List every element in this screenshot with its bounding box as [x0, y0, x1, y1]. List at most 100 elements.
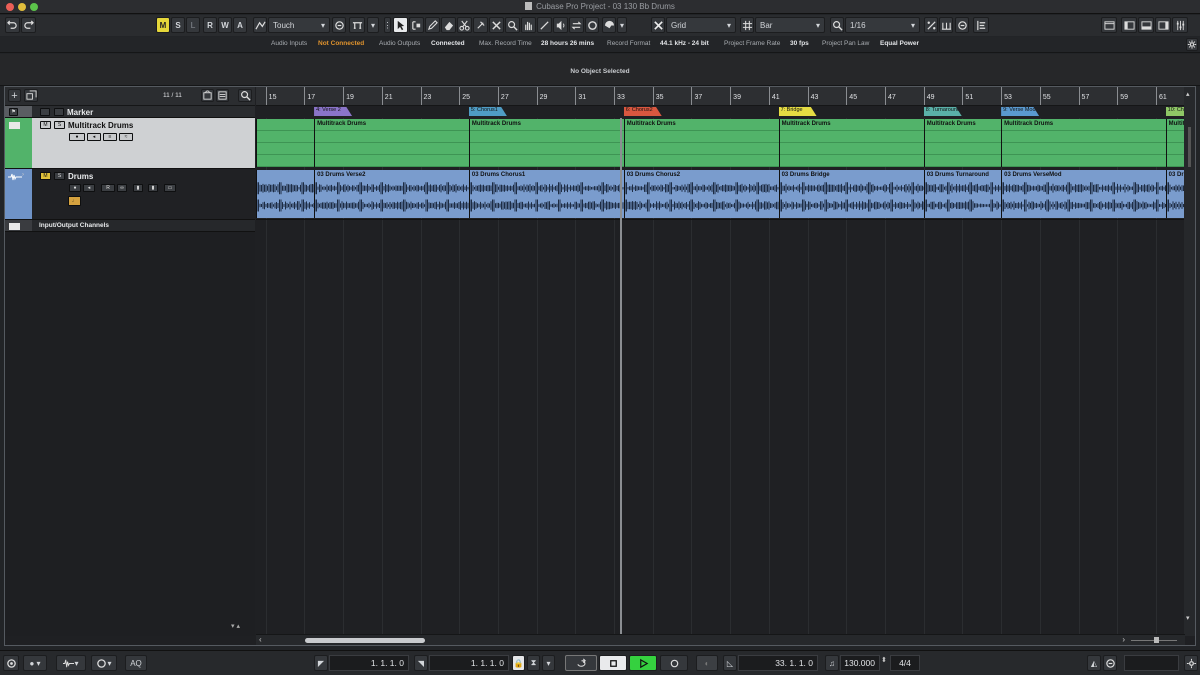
- ruler-bar-tick[interactable]: 33: [614, 87, 625, 105]
- comp-tool[interactable]: [569, 17, 584, 33]
- erase-tool[interactable]: [441, 17, 456, 33]
- constrain-dropdown[interactable]: ▾: [367, 17, 379, 33]
- frame-rate-value[interactable]: 30 fps: [790, 40, 809, 47]
- track-visibility-button[interactable]: [216, 89, 229, 102]
- read-automation-button[interactable]: R: [101, 184, 115, 192]
- transport-options-button[interactable]: [1184, 655, 1198, 671]
- show-mixer-button[interactable]: [1172, 17, 1188, 33]
- mode-button-l[interactable]: L: [186, 17, 200, 33]
- solo-button[interactable]: S: [54, 121, 65, 129]
- snap-type-select[interactable]: Grid ▾: [666, 17, 736, 33]
- left-locator-field[interactable]: 1. 1. 1. 0: [329, 655, 409, 671]
- marker-flag[interactable]: 5: Chorus1: [468, 107, 507, 116]
- add-track-button[interactable]: +: [8, 89, 21, 102]
- multitrack-event[interactable]: Multitrack Drums: [1001, 119, 1166, 167]
- automation-mode-select[interactable]: Touch ▾: [268, 17, 330, 33]
- pan-law-value[interactable]: Equal Power: [880, 40, 919, 47]
- mode-button-a[interactable]: A: [233, 17, 247, 33]
- track-input-output-channels[interactable]: Input/Output Channels: [5, 220, 255, 232]
- undo-button[interactable]: [5, 17, 20, 33]
- jump-button[interactable]: ◐: [696, 655, 718, 671]
- snap-on-off-button[interactable]: [651, 17, 665, 33]
- multitrack-event[interactable]: Multitrack Drums: [923, 119, 1002, 167]
- ruler-bar-tick[interactable]: 57: [1078, 87, 1089, 105]
- audio-event[interactable]: [256, 170, 315, 218]
- project-cursor[interactable]: [619, 118, 622, 636]
- monitor-button[interactable]: ◂: [87, 133, 101, 141]
- add-track-using-preset-button[interactable]: [24, 89, 38, 102]
- track-multitrack-drums[interactable]: M S Multitrack Drums ● ◂ ≡ ≈: [5, 118, 255, 169]
- multitrack-event[interactable]: Multitrack Drums: [778, 119, 924, 167]
- ruler-bar-tick[interactable]: 45: [846, 87, 857, 105]
- ruler-bar-tick[interactable]: 49: [923, 87, 935, 105]
- marker-flag[interactable]: 10: Chorus 3: [1165, 107, 1185, 116]
- metronome-mode-select[interactable]: ▾: [91, 655, 117, 671]
- constrain-delay-button[interactable]: [349, 17, 365, 33]
- multitrack-event[interactable]: Multitrack Drums: [623, 119, 779, 167]
- ruler-bar-tick[interactable]: 39: [730, 87, 741, 105]
- audio-event[interactable]: 03 Drums Chorus2: [623, 170, 779, 218]
- metronome-button[interactable]: ◭: [1087, 655, 1101, 671]
- ruler-bar-tick[interactable]: 29: [536, 87, 547, 105]
- vertical-scroll-thumb[interactable]: [1188, 127, 1191, 167]
- object-selection-tool[interactable]: [393, 17, 408, 33]
- show-right-zone-button[interactable]: [1155, 17, 1171, 33]
- iterative-quantize-button[interactable]: [924, 17, 938, 33]
- musical-mode-button[interactable]: ♩: [68, 196, 81, 206]
- mode-button-w[interactable]: W: [218, 17, 232, 33]
- lanes-button[interactable]: ▮: [133, 184, 143, 192]
- ruler-bar-tick[interactable]: 25: [459, 87, 470, 105]
- ruler-bar-tick[interactable]: 23: [420, 87, 431, 105]
- mute-tool[interactable]: [489, 17, 504, 33]
- audio-event[interactable]: 03 Drums Verse2: [314, 170, 469, 218]
- track-drums[interactable]: › M S Drums ● ◂ R ∞ ▮ ▮ ▭ ♩: [5, 169, 255, 220]
- visible-track-count[interactable]: 11 / 11: [163, 92, 182, 99]
- grid-type-select[interactable]: Bar ▾: [755, 17, 825, 33]
- track-name[interactable]: Drums: [68, 172, 93, 181]
- set-window-layout-button[interactable]: [1101, 17, 1117, 33]
- ruler-bar-tick[interactable]: 15: [265, 87, 276, 105]
- event-display[interactable]: Multitrack Drums Multitrack Drums Multitra…: [256, 118, 1185, 636]
- automation-icon-button[interactable]: [253, 17, 267, 33]
- multitrack-event[interactable]: Multitrack Drums: [1165, 119, 1185, 167]
- track-marker[interactable]: ⚑ Marker: [5, 106, 255, 118]
- marker-lane[interactable]: 4: Verse 2 5: Chorus1 6: Chorus2 7: Bridge 8…: [256, 106, 1185, 118]
- track-name[interactable]: Marker: [67, 108, 93, 117]
- tool-group-handle[interactable]: ⋮: [384, 17, 392, 33]
- audio-event[interactable]: 03 Drums Chorus1: [468, 170, 624, 218]
- range-selection-tool[interactable]: [409, 17, 424, 33]
- automation-settings-button[interactable]: [332, 17, 346, 33]
- show-left-zone-button[interactable]: [1121, 17, 1137, 33]
- redo-button[interactable]: [21, 17, 36, 33]
- activate-project-button[interactable]: [3, 655, 19, 671]
- time-signature-field[interactable]: 4/4: [890, 655, 920, 671]
- vertical-scrollbar[interactable]: ▴ ▾: [1184, 87, 1195, 636]
- ruler-bar-tick[interactable]: 21: [381, 87, 393, 105]
- mode-button-m[interactable]: M: [156, 17, 170, 33]
- line-tool[interactable]: [537, 17, 552, 33]
- project-position-field[interactable]: 33. 1. 1. 0: [738, 655, 818, 671]
- locator-options-button[interactable]: ▾: [542, 655, 555, 671]
- track-name[interactable]: Input/Output Channels: [39, 222, 109, 229]
- zoom-tool[interactable]: [505, 17, 520, 33]
- edit-channel-button[interactable]: ▭: [164, 184, 176, 192]
- sync-tempo-button[interactable]: ⧗: [527, 655, 540, 671]
- show-lower-zone-button[interactable]: [1138, 17, 1154, 33]
- color-tool[interactable]: [585, 17, 599, 33]
- marker-flag[interactable]: 9: Verse Mod: [1001, 107, 1040, 116]
- ruler-bar-tick[interactable]: 53: [1001, 87, 1012, 105]
- horizontal-zoom-handle[interactable]: [1154, 637, 1159, 643]
- metronome-settings-button[interactable]: [1103, 655, 1117, 671]
- zoom-stepper[interactable]: ▾: [1186, 614, 1190, 622]
- record-enable-button[interactable]: ●: [69, 133, 85, 141]
- mute-button[interactable]: M: [40, 121, 51, 129]
- ruler[interactable]: 15 17 19 21 23 25 27 29 31 33 35 37 39 41 43 45 47 49 51 53…: [256, 87, 1185, 106]
- split-tool[interactable]: [457, 17, 472, 33]
- ruler-bar-tick[interactable]: 37: [691, 87, 702, 105]
- ruler-bar-tick[interactable]: 55: [1039, 87, 1051, 105]
- audio-event[interactable]: 03 Drums VerseMod: [1001, 170, 1166, 218]
- multitrack-event[interactable]: Multitrack Drums: [314, 119, 469, 167]
- automation-lanes-button[interactable]: ≈: [119, 133, 133, 141]
- punch-mode-select[interactable]: ▾: [56, 655, 86, 671]
- ruler-bar-tick[interactable]: 27: [497, 87, 509, 105]
